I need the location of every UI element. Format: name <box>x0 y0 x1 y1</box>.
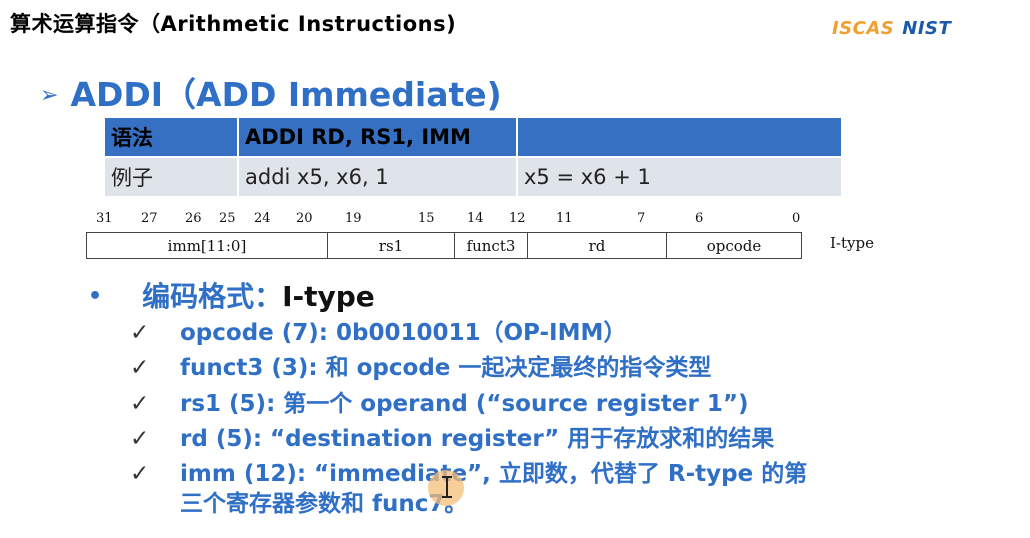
bit-number: 7 <box>637 211 646 226</box>
syntax-table: 语法 ADDI RD, RS1, IMM 例子 addi x5, x6, 1 x… <box>105 118 843 196</box>
logo-iscas-text: ISCAS <box>832 18 895 39</box>
bit-number: 20 <box>296 211 313 226</box>
list-item: ✓ rd (5): “destination register” 用于存放求和的结… <box>130 419 774 453</box>
list-item-continuation: 三个寄存器参数和 func7。 <box>180 491 468 517</box>
list-item-text: opcode (7): 0b0010011（OP-IMM） <box>180 320 627 346</box>
bit-number: 14 <box>467 211 484 226</box>
bit-number-row: 31 27 26 25 24 20 19 15 14 12 11 7 6 0 <box>88 211 818 229</box>
bit-number: 0 <box>792 211 801 226</box>
iscas-nist-logo: ISCAS NIST <box>832 18 951 39</box>
list-item-text: rd (5): “destination register” 用于存放求和的结果 <box>180 426 775 452</box>
bit-number: 27 <box>141 211 158 226</box>
field-funct3: funct3 <box>455 233 528 258</box>
check-icon: ✓ <box>130 461 150 487</box>
field-rd: rd <box>528 233 667 258</box>
list-item: ✓ opcode (7): 0b0010011（OP-IMM） <box>130 313 626 347</box>
list-item: ✓ rs1 (5): 第一个 operand (“source register … <box>130 384 749 418</box>
bit-number: 19 <box>345 211 362 226</box>
logo-nist-text: NIST <box>902 18 952 39</box>
list-item-text: rs1 (5): 第一个 operand (“source register 1… <box>180 391 749 417</box>
syntax-format-cell: ADDI RD, RS1, IMM <box>238 118 518 157</box>
slide-heading-text: ADDI（ADD Immediate) <box>70 75 502 114</box>
encoding-format-value: I-type <box>282 280 375 313</box>
example-code-cell: addi x5, x6, 1 <box>238 156 518 196</box>
bit-number: 26 <box>185 211 202 226</box>
field-rs1: rs1 <box>328 233 455 258</box>
check-icon: ✓ <box>130 355 150 381</box>
slide-section-title: 算术运算指令（Arithmetic Instructions) <box>10 12 457 36</box>
example-row: 例子 addi x5, x6, 1 x5 = x6 + 1 <box>105 156 843 196</box>
encoding-format-label: 编码格式： <box>142 280 283 313</box>
list-item-text: funct3 (3): 和 opcode 一起决定最终的指令类型 <box>180 355 712 381</box>
bit-number: 31 <box>96 211 113 226</box>
i-type-label: I-type <box>830 234 874 252</box>
bit-number: 25 <box>219 211 236 226</box>
example-label-cell: 例子 <box>105 156 239 196</box>
bit-number: 12 <box>509 211 526 226</box>
check-icon: ✓ <box>130 426 150 452</box>
check-icon: ✓ <box>130 391 150 417</box>
example-meaning-cell: x5 = x6 + 1 <box>517 156 843 196</box>
slide-heading: ➢ ADDI（ADD Immediate) <box>40 68 502 116</box>
bit-number: 24 <box>254 211 271 226</box>
bit-number: 6 <box>695 211 704 226</box>
bullet-dot-icon: • <box>88 284 103 309</box>
list-item: ✓ imm (12): “immediate”, 立即数，代替了 R-type 的… <box>130 454 807 488</box>
syntax-row: 语法 ADDI RD, RS1, IMM <box>105 118 843 157</box>
instruction-encoding-row: imm[11:0] rs1 funct3 rd opcode <box>86 232 802 259</box>
syntax-label-cell: 语法 <box>105 118 239 157</box>
list-item: ✓ funct3 (3): 和 opcode 一起决定最终的指令类型 <box>130 348 711 382</box>
bit-number: 11 <box>556 211 573 226</box>
check-icon: ✓ <box>130 320 150 346</box>
field-opcode: opcode <box>706 236 762 255</box>
encoding-format-bullet: • 编码格式：I-type <box>88 275 375 315</box>
bit-number: 15 <box>418 211 435 226</box>
text-cursor-icon <box>442 476 452 498</box>
arrow-bullet-icon: ➢ <box>40 83 59 108</box>
field-imm: imm[11:0] <box>87 233 328 258</box>
syntax-empty-cell <box>517 118 843 157</box>
